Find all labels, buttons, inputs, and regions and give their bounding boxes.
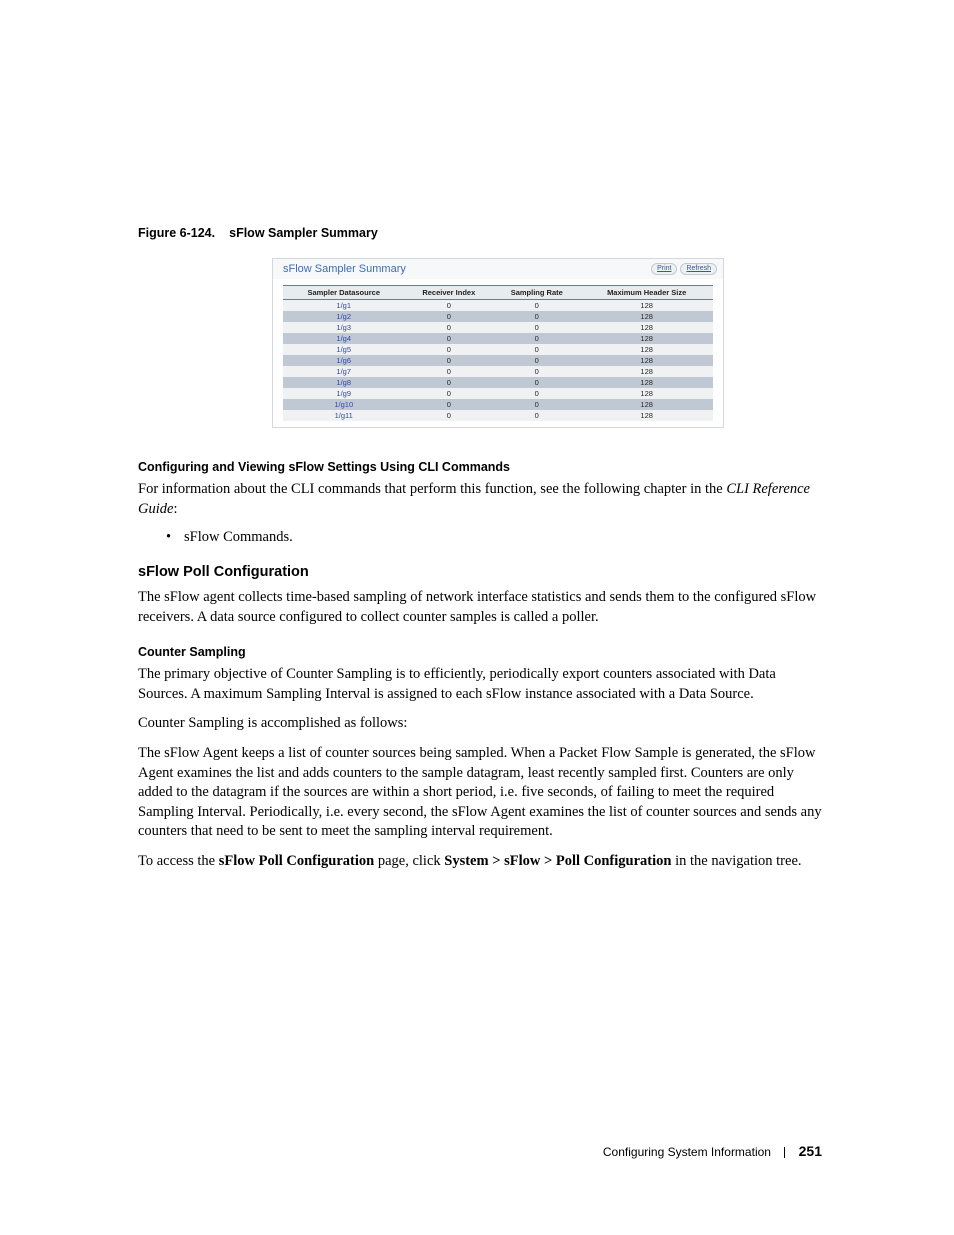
cell-max-header-size: 128 — [580, 388, 713, 399]
cell-datasource: 1/g4 — [283, 333, 404, 344]
cell-receiver-index: 0 — [404, 300, 493, 312]
sampler-summary-pane: sFlow Sampler Summary Print Refresh Samp… — [272, 258, 724, 428]
cell-max-header-size: 128 — [580, 333, 713, 344]
access-pre: To access the — [138, 853, 219, 869]
cell-datasource: 1/g3 — [283, 322, 404, 333]
table-row: 1/g200128 — [283, 311, 713, 322]
cell-receiver-index: 0 — [404, 410, 493, 421]
access-tail: in the navigation tree. — [671, 853, 801, 869]
table-row: 1/g700128 — [283, 366, 713, 377]
footer-divider — [784, 1147, 785, 1158]
cli-paragraph: For information about the CLI commands t… — [138, 480, 822, 519]
cell-sampling-rate: 0 — [493, 344, 580, 355]
cell-receiver-index: 0 — [404, 366, 493, 377]
table-row: 1/g600128 — [283, 355, 713, 366]
cell-sampling-rate: 0 — [493, 355, 580, 366]
cell-receiver-index: 0 — [404, 333, 493, 344]
cli-bullet-list: sFlow Commands. — [138, 529, 822, 546]
access-mid: page, click — [374, 853, 444, 869]
footer-section: Configuring System Information — [603, 1145, 771, 1159]
counter-sampling-para-1: The primary objective of Counter Samplin… — [138, 665, 822, 704]
cell-max-header-size: 128 — [580, 366, 713, 377]
cell-max-header-size: 128 — [580, 311, 713, 322]
cell-receiver-index: 0 — [404, 344, 493, 355]
cell-datasource: 1/g10 — [283, 399, 404, 410]
cell-max-header-size: 128 — [580, 322, 713, 333]
refresh-button[interactable]: Refresh — [680, 263, 717, 275]
print-button[interactable]: Print — [651, 263, 677, 275]
cell-sampling-rate: 0 — [493, 322, 580, 333]
cell-datasource: 1/g8 — [283, 377, 404, 388]
cli-bullet-item: sFlow Commands. — [184, 529, 822, 546]
page-footer: Configuring System Information 251 — [603, 1143, 822, 1159]
cell-max-header-size: 128 — [580, 410, 713, 421]
figure-title: sFlow Sampler Summary — [229, 226, 378, 240]
table-row: 1/g100128 — [283, 300, 713, 312]
pane-header-buttons: Print Refresh — [651, 263, 717, 275]
col-sampling-rate: Sampling Rate — [493, 286, 580, 300]
counter-sampling-para-3: The sFlow Agent keeps a list of counter … — [138, 744, 822, 842]
cell-max-header-size: 128 — [580, 377, 713, 388]
cell-receiver-index: 0 — [404, 399, 493, 410]
cell-sampling-rate: 0 — [493, 300, 580, 312]
cell-max-header-size: 128 — [580, 399, 713, 410]
cell-receiver-index: 0 — [404, 355, 493, 366]
figure-caption: Figure 6-124. sFlow Sampler Summary — [138, 226, 822, 240]
poll-config-heading: sFlow Poll Configuration — [138, 564, 822, 580]
cell-max-header-size: 128 — [580, 344, 713, 355]
cli-paragraph-lead: For information about the CLI commands t… — [138, 481, 726, 497]
cell-sampling-rate: 0 — [493, 410, 580, 421]
cell-sampling-rate: 0 — [493, 333, 580, 344]
cell-datasource: 1/g1 — [283, 300, 404, 312]
cell-receiver-index: 0 — [404, 377, 493, 388]
cell-datasource: 1/g11 — [283, 410, 404, 421]
cell-sampling-rate: 0 — [493, 377, 580, 388]
pane-header: sFlow Sampler Summary Print Refresh — [273, 259, 723, 279]
table-header-row: Sampler Datasource Receiver Index Sampli… — [283, 286, 713, 300]
counter-sampling-heading: Counter Sampling — [138, 645, 822, 659]
cell-receiver-index: 0 — [404, 388, 493, 399]
footer-page-number: 251 — [799, 1143, 822, 1159]
access-paragraph: To access the sFlow Poll Configuration p… — [138, 852, 822, 872]
counter-sampling-para-2: Counter Sampling is accomplished as foll… — [138, 714, 822, 734]
col-datasource: Sampler Datasource — [283, 286, 404, 300]
table-row: 1/g1100128 — [283, 410, 713, 421]
sampler-summary-table: Sampler Datasource Receiver Index Sampli… — [283, 285, 713, 421]
pane-title: sFlow Sampler Summary — [283, 263, 406, 275]
cell-datasource: 1/g9 — [283, 388, 404, 399]
cell-receiver-index: 0 — [404, 322, 493, 333]
cli-heading: Configuring and Viewing sFlow Settings U… — [138, 460, 822, 474]
cell-sampling-rate: 0 — [493, 366, 580, 377]
cell-max-header-size: 128 — [580, 300, 713, 312]
cell-datasource: 1/g5 — [283, 344, 404, 355]
cell-sampling-rate: 0 — [493, 399, 580, 410]
col-max-header-size: Maximum Header Size — [580, 286, 713, 300]
cell-datasource: 1/g2 — [283, 311, 404, 322]
table-row: 1/g800128 — [283, 377, 713, 388]
table-row: 1/g300128 — [283, 322, 713, 333]
figure-id: Figure 6-124. — [138, 226, 215, 240]
access-page-name: sFlow Poll Configuration — [219, 853, 374, 869]
cell-max-header-size: 128 — [580, 355, 713, 366]
cell-datasource: 1/g6 — [283, 355, 404, 366]
cell-sampling-rate: 0 — [493, 388, 580, 399]
table-row: 1/g400128 — [283, 333, 713, 344]
access-nav-path: System > sFlow > Poll Configuration — [444, 853, 671, 869]
table-row: 1/g900128 — [283, 388, 713, 399]
poll-config-paragraph: The sFlow agent collects time-based samp… — [138, 588, 822, 627]
cell-datasource: 1/g7 — [283, 366, 404, 377]
table-row: 1/g500128 — [283, 344, 713, 355]
col-receiver-index: Receiver Index — [404, 286, 493, 300]
table-row: 1/g1000128 — [283, 399, 713, 410]
cell-sampling-rate: 0 — [493, 311, 580, 322]
cell-receiver-index: 0 — [404, 311, 493, 322]
cli-paragraph-tail: : — [173, 501, 177, 517]
